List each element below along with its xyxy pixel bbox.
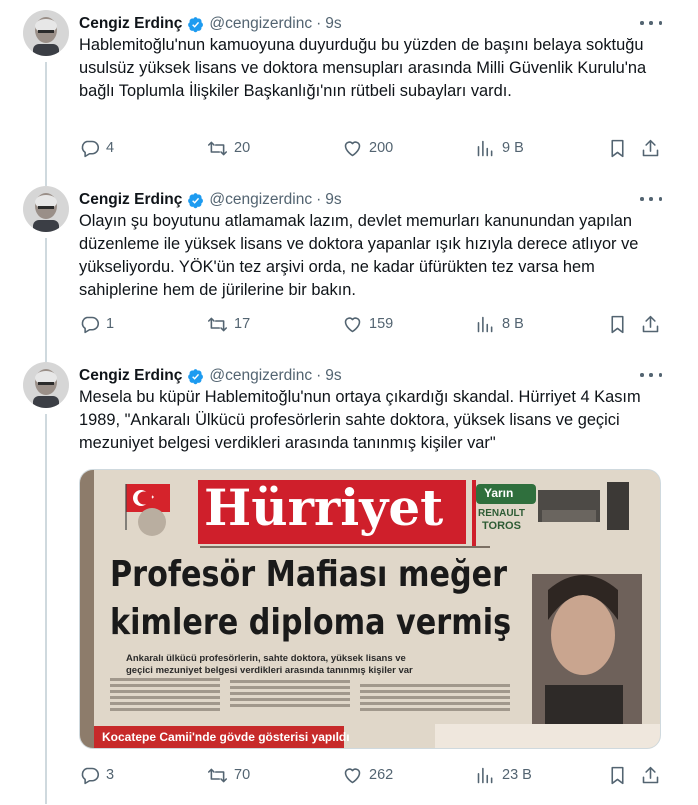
ad-model: TOROS bbox=[482, 520, 521, 532]
retweet-icon bbox=[207, 141, 228, 155]
analytics-icon bbox=[477, 316, 493, 332]
newspaper-clipping-image[interactable]: Hürriyet Yarın RENAULT TOROS Profesör Ma… bbox=[79, 469, 661, 749]
like-button[interactable]: 200 bbox=[342, 137, 393, 159]
action-bar: 1 17 159 8 B bbox=[79, 313, 669, 335]
views-button[interactable]: 23 B bbox=[475, 764, 532, 786]
more-options-icon[interactable] bbox=[640, 16, 662, 30]
timestamp[interactable]: 9s bbox=[325, 15, 341, 33]
like-count: 200 bbox=[369, 140, 394, 156]
ad-brand: RENAULT bbox=[478, 508, 526, 519]
reply-icon bbox=[81, 140, 100, 157]
reply-count: 4 bbox=[106, 140, 115, 156]
view-count: 9 B bbox=[502, 140, 524, 156]
reply-button[interactable]: 3 bbox=[79, 764, 114, 786]
share-button[interactable] bbox=[640, 313, 661, 335]
headline-line-2: kimlere diploma vermiş bbox=[110, 602, 512, 643]
heart-icon bbox=[344, 767, 361, 783]
reply-button[interactable]: 1 bbox=[79, 313, 114, 335]
bookmark-icon bbox=[611, 315, 624, 333]
share-icon bbox=[642, 766, 659, 783]
retweet-count: 17 bbox=[234, 316, 251, 332]
heart-icon bbox=[344, 316, 361, 332]
bookmark-button[interactable] bbox=[607, 764, 628, 786]
heart-icon bbox=[344, 140, 361, 156]
retweet-icon bbox=[207, 768, 228, 782]
reply-count: 1 bbox=[106, 316, 115, 332]
bookmark-icon bbox=[611, 139, 624, 157]
retweet-button[interactable]: 17 bbox=[207, 313, 250, 335]
verified-badge-icon bbox=[188, 16, 204, 32]
thread-line bbox=[45, 62, 47, 186]
more-options-icon[interactable] bbox=[640, 192, 662, 206]
author-name[interactable]: Cengiz Erdinç bbox=[79, 367, 182, 385]
subhead-line-1: Ankaralı ülkücü profesörlerin, sahte dok… bbox=[126, 653, 406, 664]
share-button[interactable] bbox=[640, 764, 661, 786]
author-handle[interactable]: @cengizerdinc bbox=[209, 367, 312, 385]
subhead-line-2: geçici mezuniyet belgesi verdikleri aras… bbox=[126, 665, 413, 676]
avatar[interactable] bbox=[23, 10, 69, 56]
reply-count: 3 bbox=[106, 767, 115, 783]
analytics-icon bbox=[477, 140, 493, 156]
timestamp[interactable]: 9s bbox=[325, 367, 341, 385]
view-count: 8 B bbox=[502, 316, 524, 332]
retweet-count: 70 bbox=[234, 767, 251, 783]
like-count: 262 bbox=[369, 767, 394, 783]
ad-label: Yarın bbox=[484, 486, 514, 500]
share-icon bbox=[642, 139, 659, 156]
author-name[interactable]: Cengiz Erdinç bbox=[79, 15, 182, 33]
more-options-icon[interactable] bbox=[640, 368, 662, 382]
reply-icon bbox=[81, 767, 100, 784]
bottom-strip-headline: Kocatepe Camii'nde gövde gösterisi yapıl… bbox=[102, 730, 350, 744]
thread-line bbox=[45, 414, 47, 804]
reply-icon bbox=[81, 316, 100, 333]
share-button[interactable] bbox=[640, 137, 661, 159]
like-button[interactable]: 262 bbox=[342, 764, 393, 786]
tweet-1[interactable]: Cengiz Erdinç @cengizerdinc · 9s Hablemi… bbox=[0, 10, 698, 186]
tweet-text: Olayın şu boyutunu atlamamak lazım, devl… bbox=[79, 212, 639, 299]
timestamp[interactable]: 9s bbox=[325, 191, 341, 209]
views-button[interactable]: 9 B bbox=[475, 137, 524, 159]
thread-line bbox=[45, 238, 47, 363]
bookmark-icon bbox=[611, 766, 624, 784]
headline-line-1: Profesör Mafiası meğer bbox=[110, 554, 508, 595]
verified-badge-icon bbox=[188, 192, 204, 208]
separator-dot: · bbox=[316, 367, 322, 384]
reply-button[interactable]: 4 bbox=[79, 137, 114, 159]
action-bar: 4 20 200 9 B bbox=[79, 137, 669, 159]
avatar[interactable] bbox=[23, 362, 69, 408]
retweet-button[interactable]: 70 bbox=[207, 764, 250, 786]
bookmark-button[interactable] bbox=[607, 137, 628, 159]
view-count: 23 B bbox=[502, 767, 532, 783]
action-bar: 3 70 262 23 B bbox=[79, 764, 669, 786]
bookmark-button[interactable] bbox=[607, 313, 628, 335]
share-icon bbox=[642, 315, 659, 332]
separator-dot: · bbox=[316, 15, 322, 32]
separator-dot: · bbox=[316, 191, 322, 208]
analytics-icon bbox=[477, 767, 493, 783]
author-handle[interactable]: @cengizerdinc bbox=[209, 15, 312, 33]
like-button[interactable]: 159 bbox=[342, 313, 393, 335]
tweet-2[interactable]: Cengiz Erdinç @cengizerdinc · 9s Olayın … bbox=[0, 186, 698, 363]
retweet-icon bbox=[207, 317, 228, 331]
tweet-text: Hablemitoğlu'nun kamuoyuna duyurduğu bu … bbox=[79, 36, 647, 100]
author-name[interactable]: Cengiz Erdinç bbox=[79, 191, 182, 209]
views-button[interactable]: 8 B bbox=[475, 313, 524, 335]
tweet-text: Mesela bu küpür Hablemitoğlu'nun ortaya … bbox=[79, 388, 641, 452]
author-handle[interactable]: @cengizerdinc bbox=[209, 191, 312, 209]
avatar[interactable] bbox=[23, 186, 69, 232]
masthead: Hürriyet bbox=[204, 478, 444, 537]
tweet-3[interactable]: Cengiz Erdinç @cengizerdinc · 9s Mesela … bbox=[0, 362, 698, 804]
like-count: 159 bbox=[369, 316, 394, 332]
verified-badge-icon bbox=[188, 368, 204, 384]
retweet-count: 20 bbox=[234, 140, 251, 156]
retweet-button[interactable]: 20 bbox=[207, 137, 250, 159]
